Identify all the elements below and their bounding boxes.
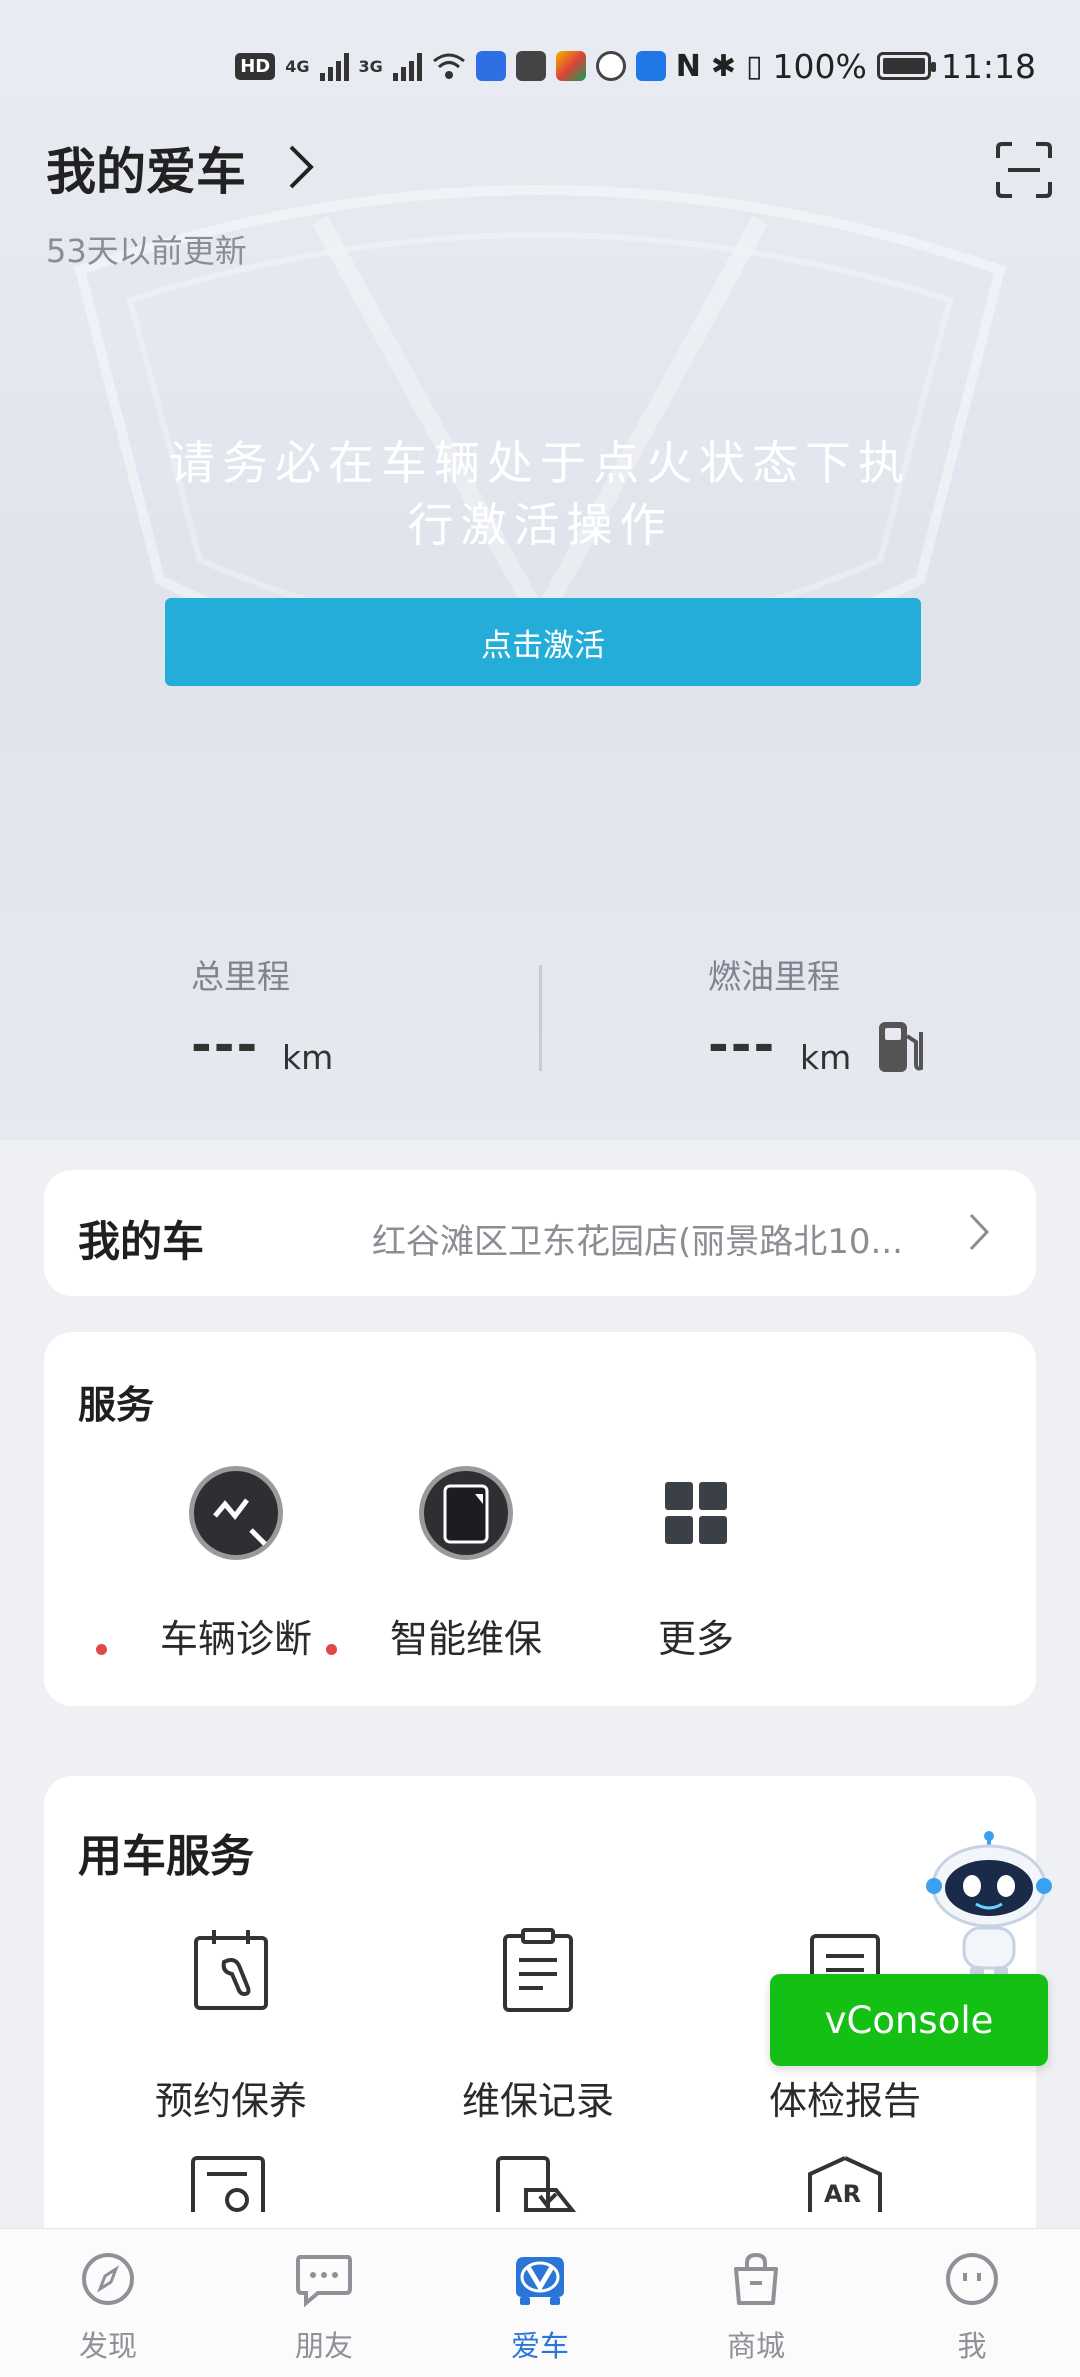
wifi-icon — [432, 53, 465, 79]
stats-divider — [539, 965, 542, 1071]
network-4g-label: 4G — [285, 56, 310, 76]
activate-button[interactable]: 点击激活 — [165, 598, 921, 686]
chevron-right-icon[interactable] — [968, 1212, 990, 1252]
service-label: 维保记录 — [461, 2079, 614, 2123]
notice-line-2: 行激活操作 — [407, 498, 673, 552]
bluetooth-icon: ✱ — [710, 48, 737, 84]
bottom-tab-bar: 发现 朋友 爱车 商城 我 — [0, 2228, 1080, 2377]
search-document-icon[interactable] — [191, 2156, 271, 2212]
network-3g-label: 3G — [358, 56, 383, 76]
signal-icon-2 — [392, 51, 422, 81]
chat-icon — [296, 2255, 352, 2307]
services-title: 服务 — [78, 1383, 155, 1427]
notice-line-1: 请务必在车辆处于点火状态下执 — [169, 436, 911, 490]
app-blue-icon — [635, 51, 666, 81]
total-mileage-label: 总里程 — [191, 957, 290, 996]
bag-icon — [734, 2252, 778, 2305]
my-car-title: 我的车 — [78, 1217, 205, 1266]
used-car-services-title: 用车服务 — [78, 1831, 254, 1882]
face-icon — [946, 2253, 998, 2305]
hand-icon — [595, 51, 626, 81]
page-title[interactable]: 我的爱车 — [46, 132, 246, 204]
tab-discover[interactable]: 发现 — [0, 2229, 216, 2377]
service-label: 更多 — [657, 1617, 734, 1661]
last-updated-text: 53天以前更新 — [46, 232, 247, 270]
briefcase-icon — [515, 51, 546, 81]
fuel-pump-icon — [879, 1022, 923, 1072]
clipboard-icon — [503, 1928, 573, 2012]
tab-label: 朋友 — [294, 2329, 353, 2363]
badge-dot — [326, 1644, 337, 1655]
maintenance-icon — [419, 1466, 513, 1560]
total-mileage-unit: km — [282, 1038, 334, 1077]
total-mileage-value: --- — [191, 1016, 260, 1074]
fuel-mileage-value: --- — [708, 1016, 777, 1074]
battery-icon — [876, 52, 936, 80]
tab-me[interactable]: 我 — [864, 2229, 1080, 2377]
diagnosis-icon — [189, 1466, 283, 1560]
vconsole-button[interactable]: vConsole — [770, 1974, 1048, 2066]
service-label: 体检报告 — [768, 2079, 921, 2123]
my-car-card[interactable]: 我的车 红谷滩区卫东花园店(丽景路北10... — [44, 1170, 1036, 1296]
compass-icon — [82, 2253, 134, 2305]
hd-icon: HD — [235, 52, 276, 80]
tab-label: 发现 — [78, 2329, 137, 2363]
play-store-icon — [555, 51, 586, 81]
svg-text:AR: AR — [824, 2180, 861, 2208]
tab-friends[interactable]: 朋友 — [216, 2229, 432, 2377]
nfc-icon: N — [675, 48, 701, 84]
status-icons: HD 4G 3G N ✱ ▯ 100% 11:18 — [235, 46, 1036, 86]
tab-my-car[interactable]: 爱车 — [432, 2229, 648, 2377]
grid-icon — [665, 1482, 727, 1544]
signal-icon — [319, 51, 349, 81]
ar-icon[interactable]: AR — [806, 2156, 884, 2212]
tab-label: 商城 — [726, 2329, 785, 2363]
fuel-mileage-label: 燃油里程 — [708, 957, 840, 996]
tab-label: 我 — [957, 2329, 987, 2363]
chevron-right-icon[interactable] — [286, 142, 316, 192]
vibrate-icon: ▯ — [746, 48, 763, 84]
activation-notice: 请务必在车辆处于点火状态下执 行激活操作 — [160, 432, 920, 556]
car-icon — [516, 2257, 564, 2305]
service-label: 车辆诊断 — [159, 1617, 312, 1661]
services-card: 服务 车辆诊断 智能维保 更多 — [44, 1332, 1036, 1706]
dealer-store-text[interactable]: 红谷滩区卫东花园店(丽景路北10... — [372, 1214, 972, 1263]
app-notification-icon — [475, 51, 506, 81]
service-label: 预约保养 — [154, 2079, 307, 2123]
fuel-mileage-unit: km — [800, 1038, 852, 1077]
status-bar: HD 4G 3G N ✱ ▯ 100% 11:18 — [0, 0, 1080, 135]
robot-assistant-icon[interactable] — [926, 1830, 1052, 1980]
clock: 11:18 — [940, 46, 1036, 86]
battery-percent: 100% — [772, 46, 867, 86]
tab-mall[interactable]: 商城 — [648, 2229, 864, 2377]
service-label: 智能维保 — [389, 1617, 542, 1661]
scan-icon[interactable] — [996, 142, 1052, 198]
car-check-icon[interactable] — [496, 2156, 582, 2212]
wrench-calendar-icon — [194, 1930, 268, 2010]
tab-label: 爱车 — [510, 2329, 569, 2363]
badge-dot — [96, 1644, 107, 1655]
